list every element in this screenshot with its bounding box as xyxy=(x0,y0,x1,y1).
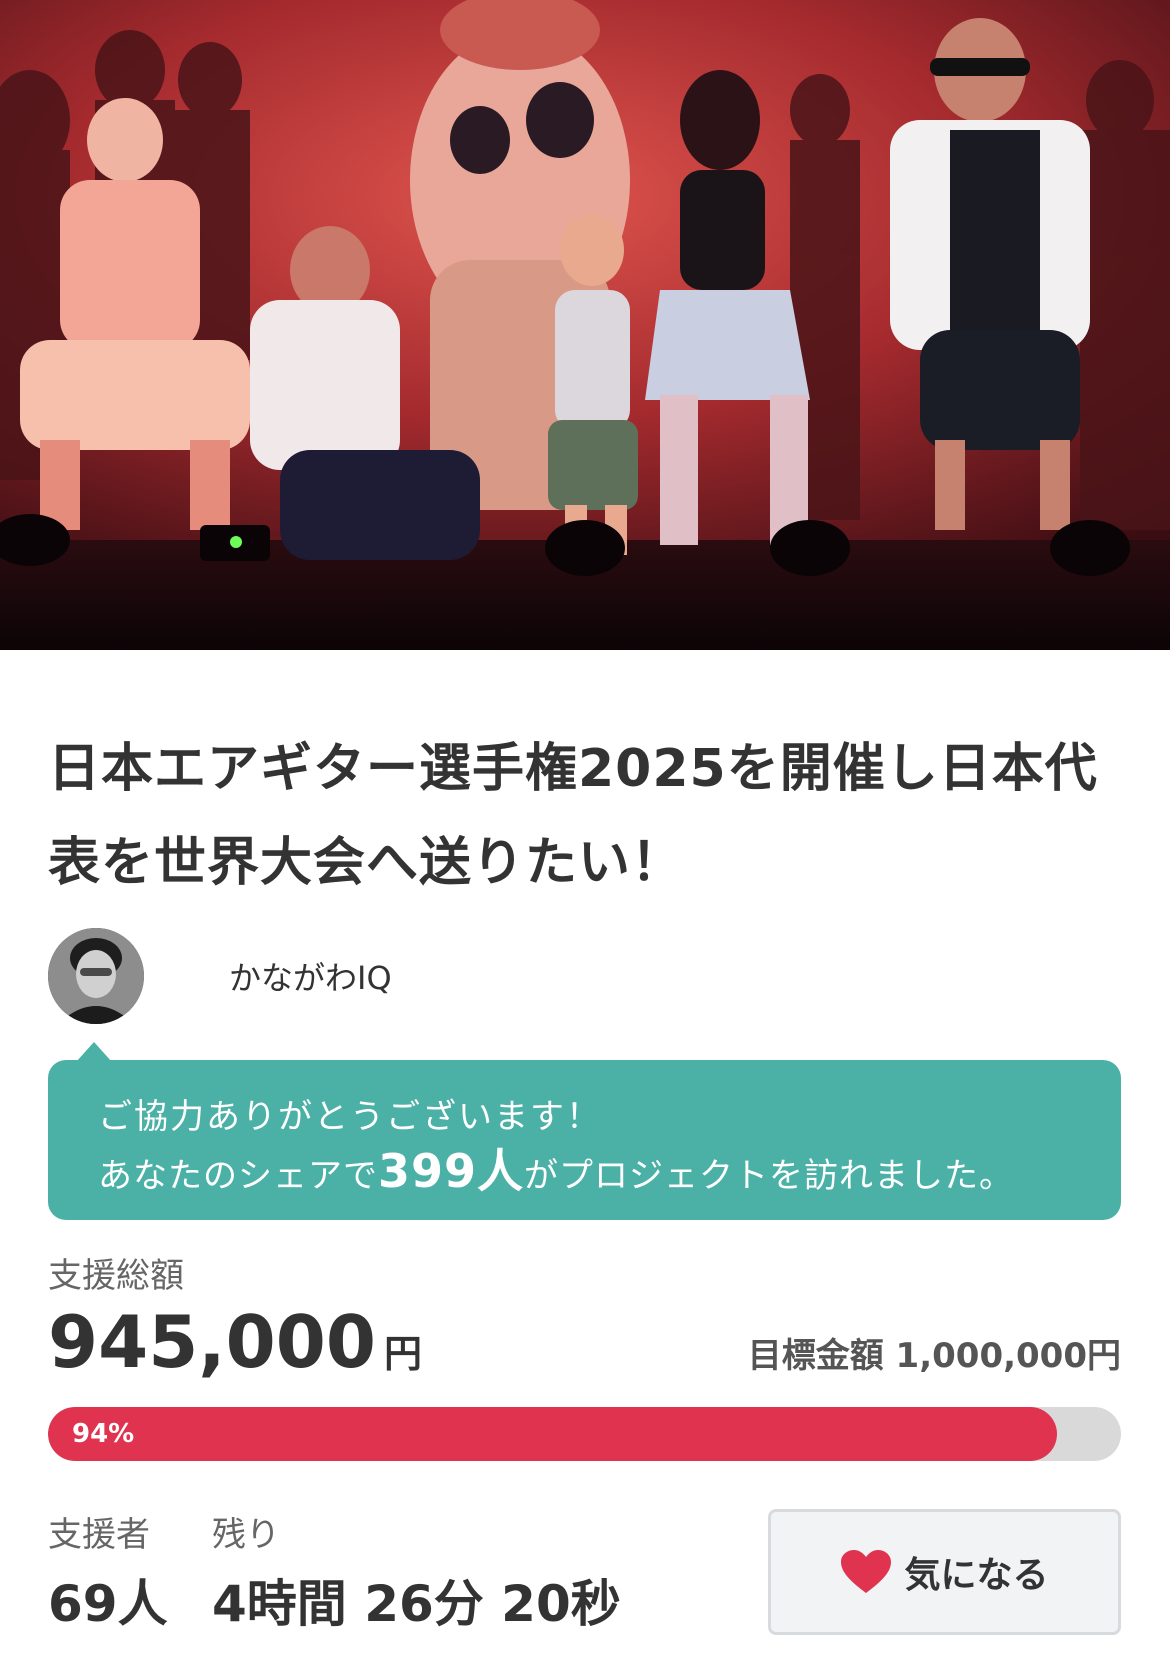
share-prefix: あなたのシェアで xyxy=(98,1156,378,1196)
funding-progress-bar: 94% xyxy=(48,1407,1121,1461)
project-title: 日本エアギター選手権2025を開催し日本代表を世界大会へ送りたい！ xyxy=(48,739,1098,893)
supporters-stat: 支援者 69人 xyxy=(48,1510,168,1644)
author-profile[interactable]: かながわIQ xyxy=(48,928,392,1024)
supporters-count: 69人 xyxy=(48,1575,168,1633)
total-amount-value: 945,000 xyxy=(48,1300,376,1384)
share-visitors-line: あなたのシェアで399人がプロジェクトを訪れました。 xyxy=(98,1142,1071,1205)
project-hero-image xyxy=(0,0,1170,650)
funding-progress-fill: 94% xyxy=(48,1407,1057,1461)
author-name[interactable]: かながわIQ xyxy=(229,953,392,999)
remaining-time-value: 4時間 26分 20秒 xyxy=(212,1575,621,1633)
remaining-time-stat: 残り 4時間 26分 20秒 xyxy=(212,1510,621,1644)
heart-icon xyxy=(841,1550,892,1593)
favorite-label: 気になる xyxy=(904,1555,1049,1596)
favorite-button[interactable]: 気になる xyxy=(768,1509,1121,1635)
total-funding-amount: 945,000 円 xyxy=(48,1297,422,1399)
share-thanks-line: ご協力ありがとうございます！ xyxy=(98,1097,602,1137)
funding-progress-percent: 94% xyxy=(72,1419,135,1449)
share-thanks-message: ご協力ありがとうございます！ あなたのシェアで399人がプロジェクトを訪れました… xyxy=(48,1042,1121,1220)
supporters-label: 支援者 xyxy=(48,1515,150,1555)
total-funding-label: 支援総額 xyxy=(48,1256,184,1296)
author-avatar[interactable] xyxy=(48,928,144,1024)
share-suffix: がプロジェクトを訪れました。 xyxy=(524,1156,1015,1196)
share-visitor-count: 399人 xyxy=(378,1144,525,1198)
remaining-label: 残り xyxy=(212,1515,280,1555)
currency-label: 円 xyxy=(383,1332,422,1376)
goal-amount: 目標金額 1,000,000円 xyxy=(747,1336,1121,1376)
